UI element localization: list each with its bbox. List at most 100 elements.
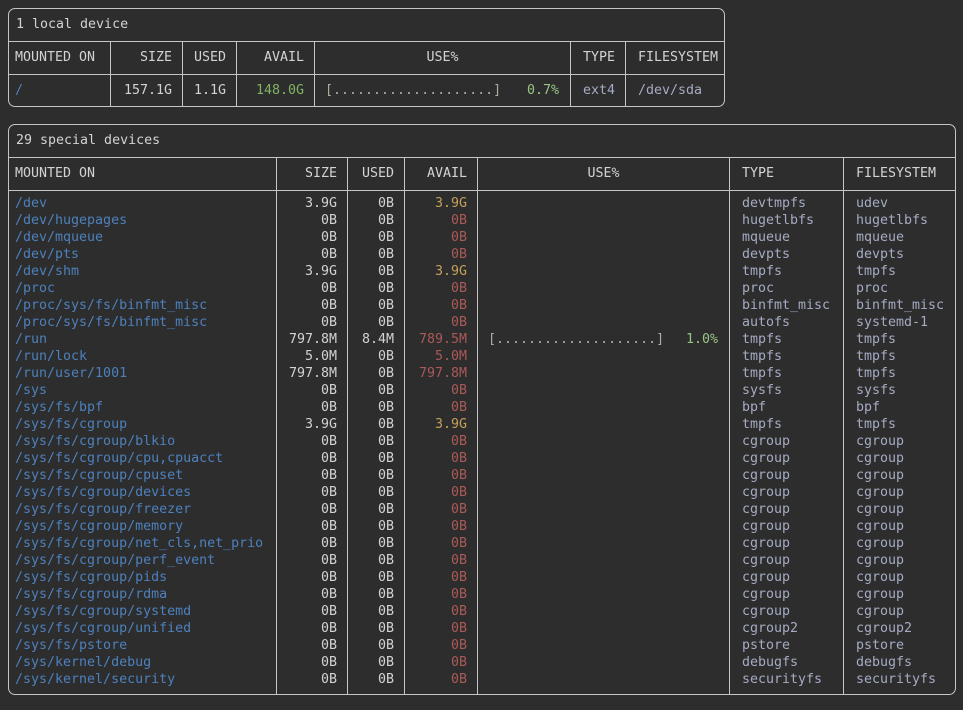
filesystem-cell: bpf [844, 399, 955, 416]
use-percent-cell [478, 229, 730, 246]
type-cell: cgroup [730, 552, 844, 569]
type-cell: sysfs [730, 382, 844, 399]
use-percent-cell [478, 399, 730, 416]
column-header-use-percent: USE% [478, 158, 730, 190]
used-cell: 8.4M [348, 331, 405, 348]
filesystem-cell: sysfs [844, 382, 955, 399]
type-cell: cgroup [730, 501, 844, 518]
mount-point-cell: /sys/fs/cgroup/devices [9, 484, 277, 501]
used-cell: 0B [348, 263, 405, 280]
used-cell: 0B [348, 586, 405, 603]
use-percent-cell [478, 484, 730, 501]
mount-point-cell: /proc [9, 280, 277, 297]
table-body: /dev 3.9G 0B 3.9G devtmpfs udev /dev/hug… [9, 191, 955, 694]
table-header-row: MOUNTED ON SIZE USED AVAIL USE% TYPE FIL… [9, 42, 724, 75]
use-percent-cell [478, 382, 730, 399]
mount-point-cell: /dev/hugepages [9, 212, 277, 229]
type-cell: tmpfs [730, 416, 844, 433]
mount-point-cell: /proc/sys/fs/binfmt_misc [9, 297, 277, 314]
mount-point-cell: /dev/pts [9, 246, 277, 263]
table-row: /run/lock 5.0M 0B 5.0M tmpfs tmpfs [9, 348, 955, 365]
table-row: /dev/pts 0B 0B 0B devpts devpts [9, 246, 955, 263]
size-cell: 0B [277, 246, 348, 263]
size-cell: 0B [277, 501, 348, 518]
mount-point-cell: /sys/fs/pstore [9, 637, 277, 654]
table-title: 29 special devices [9, 125, 955, 158]
mount-point-cell: /sys/fs/cgroup/unified [9, 620, 277, 637]
size-cell: 0B [277, 297, 348, 314]
type-cell: hugetlbfs [730, 212, 844, 229]
usage-bar: [....................] [325, 82, 501, 99]
table-row: /proc 0B 0B 0B proc proc [9, 280, 955, 297]
avail-cell: 0B [405, 212, 478, 229]
size-cell: 0B [277, 229, 348, 246]
size-cell: 3.9G [277, 416, 348, 433]
filesystem-cell: cgroup [844, 535, 955, 552]
table-row: /sys/fs/cgroup/rdma 0B 0B 0B cgroup cgro… [9, 586, 955, 603]
column-header-used: USED [183, 42, 237, 74]
local-devices-table: 1 local device MOUNTED ON SIZE USED AVAI… [8, 8, 725, 107]
used-cell: 0B [348, 365, 405, 382]
size-cell: 157.1G [111, 75, 183, 106]
mount-point-cell: /sys/fs/cgroup/net_cls,net_prio [9, 535, 277, 552]
use-percent-cell [478, 552, 730, 569]
mount-point-cell: /sys/fs/bpf [9, 399, 277, 416]
avail-cell: 0B [405, 246, 478, 263]
avail-cell: 0B [405, 535, 478, 552]
size-cell: 0B [277, 382, 348, 399]
avail-cell: 0B [405, 603, 478, 620]
avail-cell: 0B [405, 586, 478, 603]
used-cell: 1.1G [183, 75, 237, 106]
size-cell: 3.9G [277, 263, 348, 280]
mount-point-cell: /sys/fs/cgroup/pids [9, 569, 277, 586]
type-cell: ext4 [571, 75, 626, 106]
column-header-type: TYPE [730, 158, 844, 190]
column-header-size: SIZE [111, 42, 183, 74]
table-row: /sys/fs/cgroup/net_cls,net_prio 0B 0B 0B… [9, 535, 955, 552]
filesystem-cell: cgroup [844, 552, 955, 569]
use-percent-cell [478, 297, 730, 314]
use-percent-cell: [....................] 1.0% [478, 331, 730, 348]
avail-cell: 0B [405, 654, 478, 671]
mount-point-cell: /sys/fs/cgroup/freezer [9, 501, 277, 518]
use-percent-cell [478, 191, 730, 212]
terminal-output[interactable]: { "colors": { "background": "#2d2d2d", "… [0, 0, 963, 710]
size-cell: 0B [277, 569, 348, 586]
size-cell: 0B [277, 280, 348, 297]
type-cell: securityfs [730, 671, 844, 694]
avail-cell: 0B [405, 569, 478, 586]
special-devices-table: 29 special devices MOUNTED ON SIZE USED … [8, 124, 956, 695]
avail-cell: 797.8M [405, 365, 478, 382]
mount-point-cell: /run [9, 331, 277, 348]
avail-cell: 0B [405, 297, 478, 314]
filesystem-cell: cgroup [844, 433, 955, 450]
filesystem-cell: tmpfs [844, 331, 955, 348]
table-row: /sys 0B 0B 0B sysfs sysfs [9, 382, 955, 399]
used-cell: 0B [348, 433, 405, 450]
filesystem-cell: cgroup [844, 450, 955, 467]
avail-cell: 0B [405, 280, 478, 297]
use-percent-cell [478, 467, 730, 484]
use-percent-cell [478, 365, 730, 382]
used-cell: 0B [348, 348, 405, 365]
usage-bar: [....................] [488, 331, 664, 348]
table-row: /sys/fs/cgroup/pids 0B 0B 0B cgroup cgro… [9, 569, 955, 586]
mount-point-cell: /proc/sys/fs/binfmt_misc [9, 314, 277, 331]
avail-cell: 3.9G [405, 191, 478, 212]
used-cell: 0B [348, 229, 405, 246]
use-percent-cell [478, 620, 730, 637]
use-percent-cell [478, 586, 730, 603]
column-header-use-percent: USE% [315, 42, 571, 74]
used-cell: 0B [348, 297, 405, 314]
table-row: /sys/fs/cgroup/cpuset 0B 0B 0B cgroup cg… [9, 467, 955, 484]
size-cell: 0B [277, 399, 348, 416]
table-row: /sys/fs/cgroup/blkio 0B 0B 0B cgroup cgr… [9, 433, 955, 450]
filesystem-cell: systemd-1 [844, 314, 955, 331]
mount-point-cell: /sys/fs/cgroup/perf_event [9, 552, 277, 569]
mount-point-cell: /sys/kernel/debug [9, 654, 277, 671]
mount-point-cell: /run/user/1001 [9, 365, 277, 382]
column-header-avail: AVAIL [237, 42, 315, 74]
type-cell: devpts [730, 246, 844, 263]
avail-cell: 0B [405, 314, 478, 331]
filesystem-cell: cgroup [844, 569, 955, 586]
